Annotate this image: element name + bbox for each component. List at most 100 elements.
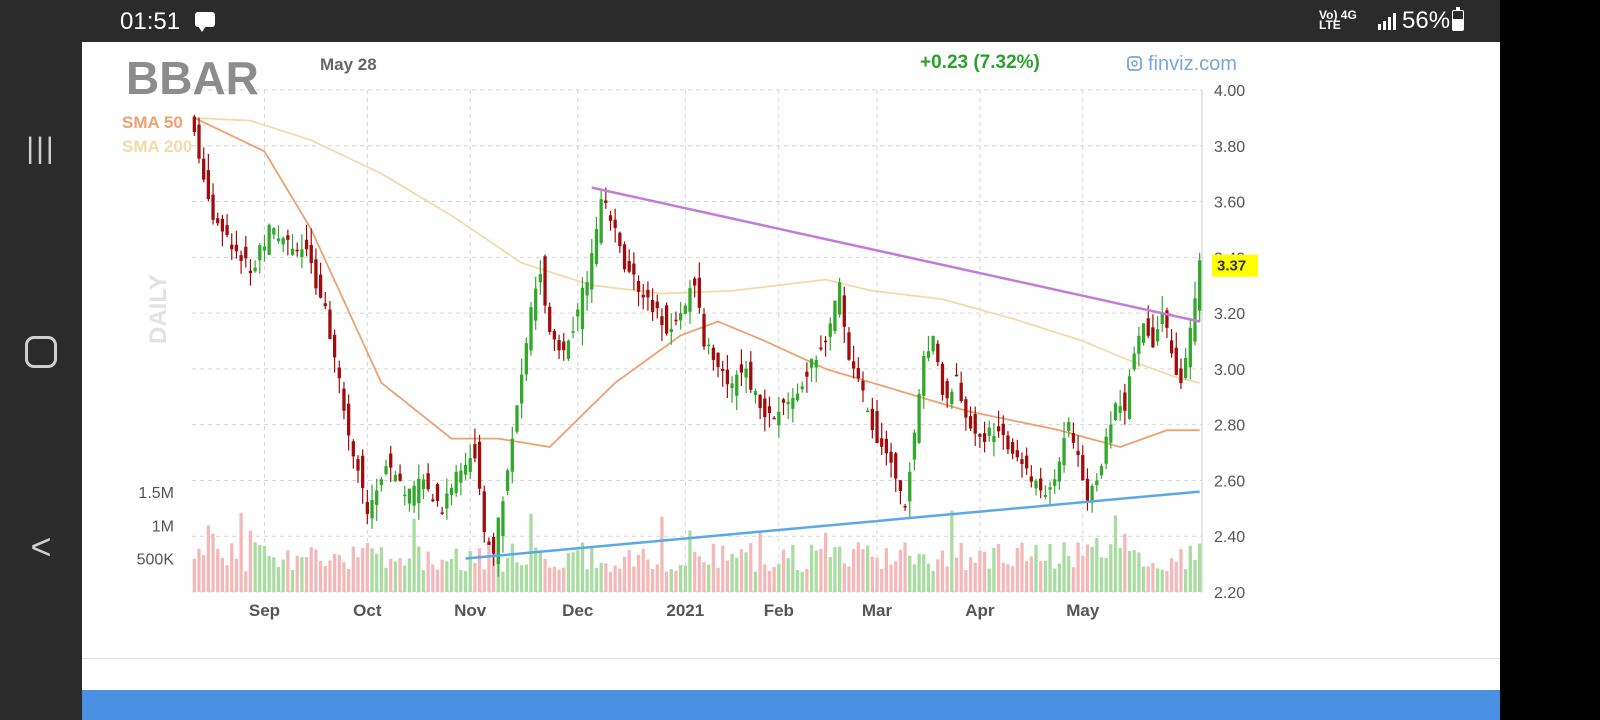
candle-body: [866, 410, 870, 413]
volume-bar: [361, 547, 365, 592]
candle-body: [1137, 335, 1141, 354]
volume-bar: [795, 570, 800, 592]
x-tick-label: Feb: [764, 601, 794, 620]
chart-card[interactable]: 2.202.402.602.803.003.203.403.603.804.00…: [82, 42, 1500, 658]
volume-bar: [524, 564, 528, 592]
x-tick-label: Nov: [454, 601, 487, 620]
candle-body: [786, 401, 790, 405]
chart-grid: [192, 89, 1203, 593]
candle-body: [431, 499, 435, 502]
candle-body: [1067, 421, 1071, 432]
volume-bar: [304, 557, 309, 592]
volume-bar: [505, 557, 510, 592]
volume-bar: [693, 551, 697, 592]
candle-body: [365, 501, 369, 515]
x-tick-label: Dec: [562, 601, 593, 620]
candle-body: [351, 441, 355, 457]
candle-body: [323, 303, 327, 307]
volume-bar: [543, 558, 547, 592]
candle-body: [435, 484, 440, 501]
volume-bar: [973, 562, 977, 592]
bottom-action-bar[interactable]: [82, 690, 1500, 720]
volume-bar: [758, 532, 762, 592]
volume-bar: [328, 560, 332, 592]
volume-bar: [599, 562, 603, 592]
volume-bar: [1085, 544, 1090, 592]
candle-body: [674, 319, 678, 322]
candle-body: [318, 274, 323, 298]
recents-icon[interactable]: |||: [0, 132, 82, 166]
candle-body: [982, 433, 987, 442]
candle-body: [361, 455, 365, 488]
candle-body: [459, 470, 463, 483]
volume-bar: [580, 542, 585, 592]
candle-body: [538, 274, 542, 283]
candle-body: [618, 232, 622, 247]
candle-body: [1183, 357, 1188, 378]
volume-bar: [206, 525, 211, 592]
candle-body: [894, 453, 898, 479]
candle-body: [697, 277, 701, 308]
candle-body: [1006, 435, 1010, 450]
volume-bar: [650, 569, 655, 592]
volume-bar: [622, 556, 627, 592]
volume-bar: [940, 550, 945, 592]
volume-bar: [571, 552, 575, 592]
candle-body: [833, 300, 837, 332]
volume-bar: [225, 565, 229, 592]
volume-bar: [309, 547, 313, 592]
candle-body: [220, 218, 225, 232]
volume-bar: [1062, 542, 1066, 592]
y-tick-label: 2.20: [1214, 585, 1245, 602]
candle-body: [819, 347, 823, 350]
volume-bar: [239, 512, 243, 592]
candle-body: [449, 487, 454, 496]
candle-body: [281, 238, 285, 245]
volume-bar: [342, 562, 346, 592]
signal-strength-icon: [1378, 13, 1396, 30]
volume-bar: [739, 548, 744, 592]
candle-body: [1015, 450, 1019, 458]
volume-bar: [866, 545, 870, 592]
back-icon[interactable]: <: [0, 526, 82, 568]
volume-bar: [1010, 566, 1015, 592]
candle-body: [286, 235, 290, 240]
volume-bar: [861, 549, 865, 592]
volume-bar: [585, 569, 589, 592]
candle-body: [613, 219, 617, 228]
home-icon[interactable]: [0, 336, 82, 368]
candle-body: [379, 479, 384, 486]
candle-body: [1179, 368, 1183, 384]
volume-bar: [192, 558, 196, 592]
candle-body: [337, 367, 341, 379]
candle-body: [744, 368, 748, 378]
clock-time: 01:51: [120, 8, 181, 35]
candle-body: [202, 158, 206, 180]
volume-bar: [459, 569, 463, 592]
volume-bar: [454, 548, 458, 592]
volume-bar: [1076, 542, 1080, 592]
volume-bar: [1067, 556, 1071, 592]
candle-body: [1095, 480, 1099, 486]
price-change: +0.23 (7.32%): [920, 52, 1040, 73]
candle-body: [309, 244, 313, 264]
volume-bar: [842, 563, 846, 592]
candle-body: [959, 382, 963, 402]
volume-bar: [613, 565, 617, 592]
candle-body: [1081, 455, 1085, 481]
candle-body: [1034, 480, 1038, 489]
volume-tick-label: 500K: [137, 552, 175, 569]
candle-body: [828, 323, 832, 337]
volume-bar: [216, 548, 220, 592]
candle-body: [384, 466, 388, 475]
candle-body: [1141, 323, 1146, 343]
battery-icon: [1452, 7, 1464, 31]
candle-body: [1188, 327, 1192, 368]
candle-body: [515, 405, 519, 432]
trendline-lower: [465, 490, 1200, 560]
last-price-label: 3.37: [1217, 258, 1246, 275]
volume-bar: [926, 563, 931, 592]
candle-body: [940, 363, 945, 395]
candle-body: [524, 343, 528, 375]
candle-body: [809, 358, 814, 368]
